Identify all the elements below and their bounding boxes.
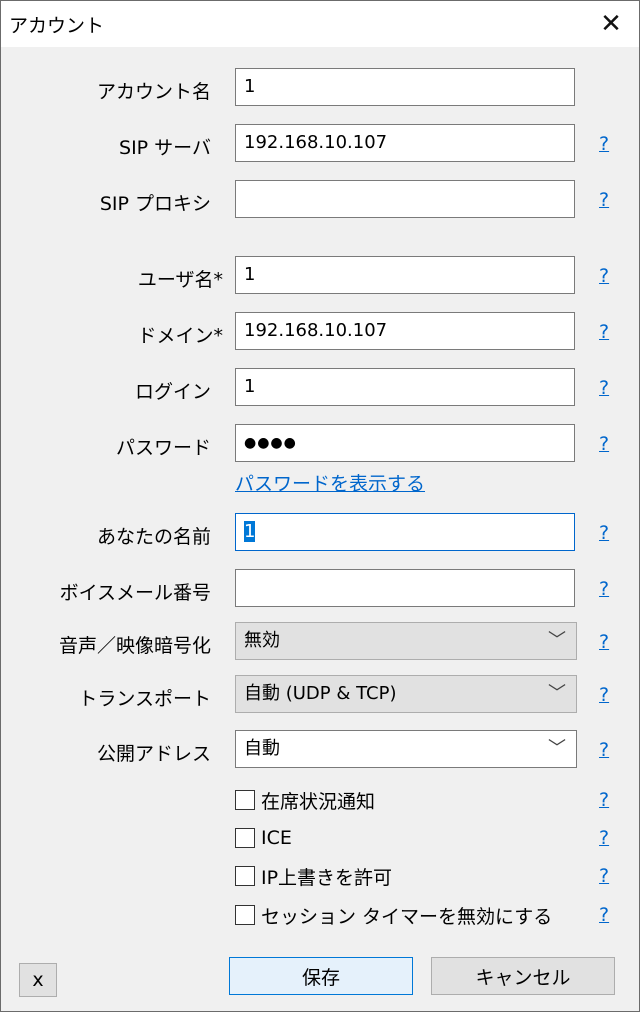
domain-help-icon[interactable]: ? [599,321,609,343]
display-name-input[interactable]: 1 [235,513,575,551]
sip-server-input[interactable]: 192.168.10.107 [235,124,575,162]
encryption-label: 音声／映像暗号化 [58,635,211,657]
display-name-help-icon[interactable]: ? [599,522,609,544]
user-name-input[interactable]: 1 [235,256,575,294]
transport-value: 自動 (UDP & TCP) [244,683,397,704]
ip-override-label: IP上書きを許可 [261,866,393,889]
sip-proxy-help-icon[interactable]: ? [599,189,609,211]
chevron-down-icon: ﹀ [548,683,566,704]
password-label: パスワード [115,437,211,459]
account-name-input[interactable]: 1 [235,68,575,106]
save-button[interactable]: 保存 [229,957,413,995]
cancel-button[interactable]: キャンセル [431,957,615,995]
domain-input[interactable]: 192.168.10.107 [235,312,575,350]
ice-label: ICE [261,827,292,849]
encryption-help-icon[interactable]: ? [599,631,609,653]
ip-override-checkbox[interactable] [235,866,255,886]
password-help-icon[interactable]: ? [599,433,609,455]
login-input[interactable]: 1 [235,368,575,406]
login-help-icon[interactable]: ? [599,377,609,399]
user-name-label: ユーザ名* [137,269,223,291]
voicemail-help-icon[interactable]: ? [599,578,609,600]
chevron-down-icon: ﹀ [548,738,566,759]
session-timer-checkbox-row[interactable]: セッション タイマーを無効にする [235,902,552,928]
show-password-link[interactable]: パスワードを表示する [235,469,425,496]
session-timer-label: セッション タイマーを無効にする [261,905,553,928]
x-button[interactable]: x [19,963,57,997]
public-address-value: 自動 [244,738,280,759]
sip-proxy-label: SIP プロキシ [99,193,211,215]
display-name-selected-text: 1 [244,521,256,542]
ice-help-icon[interactable]: ? [599,827,609,849]
ip-override-checkbox-row[interactable]: IP上書きを許可 [235,863,392,889]
account-dialog: アカウント ✕ アカウント名 1 SIP サーバ 192.168.10.107 … [0,0,640,1012]
presence-checkbox-row[interactable]: 在席状況通知 [235,787,375,813]
presence-help-icon[interactable]: ? [599,789,609,811]
password-input[interactable]: ●●●● [235,424,575,462]
ip-override-help-icon[interactable]: ? [599,865,609,887]
display-name-label: あなたの名前 [96,526,211,548]
public-address-select[interactable]: 自動 ﹀ [235,730,577,768]
encryption-value: 無効 [244,630,280,651]
transport-label: トランスポート [78,688,211,710]
public-address-help-icon[interactable]: ? [599,739,609,761]
session-timer-help-icon[interactable]: ? [599,904,609,926]
transport-select[interactable]: 自動 (UDP & TCP) ﹀ [235,675,577,713]
session-timer-checkbox[interactable] [235,905,255,925]
login-label: ログイン [134,381,211,403]
sip-proxy-input[interactable] [235,180,575,218]
account-name-label: アカウント名 [96,81,211,103]
user-name-help-icon[interactable]: ? [599,265,609,287]
voicemail-input[interactable] [235,569,575,607]
voicemail-label: ボイスメール番号 [59,582,211,604]
encryption-select[interactable]: 無効 ﹀ [235,622,577,660]
sip-server-label: SIP サーバ [119,137,211,159]
chevron-down-icon: ﹀ [548,630,566,651]
transport-help-icon[interactable]: ? [599,684,609,706]
window-title: アカウント [9,15,105,37]
presence-checkbox[interactable] [235,790,255,810]
presence-label: 在席状況通知 [261,790,376,813]
sip-server-help-icon[interactable]: ? [599,133,609,155]
ice-checkbox-row[interactable]: ICE [235,825,292,851]
ice-checkbox[interactable] [235,828,255,848]
title-bar: アカウント ✕ [1,1,639,47]
public-address-label: 公開アドレス [96,743,211,765]
close-icon[interactable]: ✕ [583,1,639,47]
domain-label: ドメイン* [137,325,223,347]
